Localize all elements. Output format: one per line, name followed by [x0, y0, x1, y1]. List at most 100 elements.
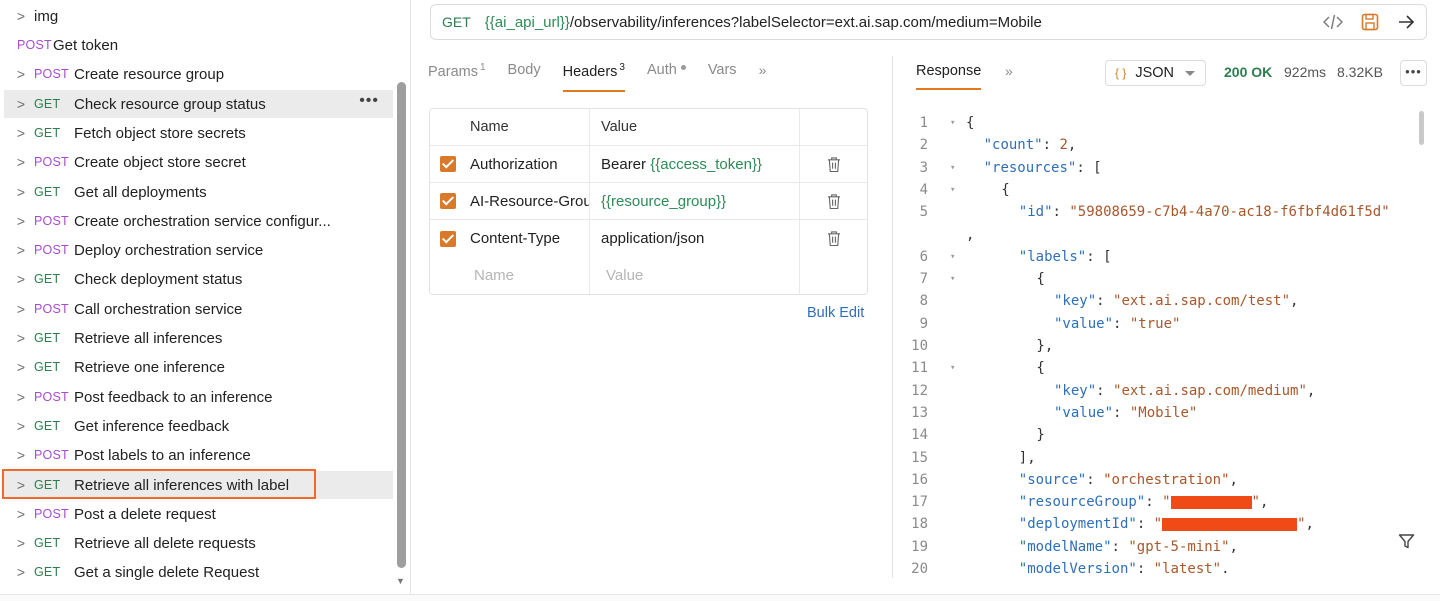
pane-divider[interactable] [892, 56, 893, 578]
line-number: 2 [919, 137, 928, 153]
fold-toggle-icon[interactable]: ▾ [950, 185, 955, 195]
send-arrow-icon[interactable] [1397, 13, 1415, 36]
chevron-right-icon[interactable]: > [4, 8, 34, 24]
code-line: , [966, 227, 974, 243]
tab-vars-label: Vars [707, 62, 737, 78]
save-icon[interactable] [1361, 13, 1379, 36]
sidebar-request-item[interactable]: > GET Get all deployments [4, 178, 393, 206]
chevron-right-icon[interactable]: > [4, 213, 34, 229]
line-number: 11 [911, 360, 928, 376]
code-line: "labels": [ [1019, 249, 1112, 265]
sidebar-request-item[interactable]: > POST Create orchestration service config… [4, 207, 393, 235]
chevron-right-icon[interactable]: > [4, 242, 34, 258]
chevron-right-icon[interactable]: > [4, 184, 34, 200]
bulk-edit-link[interactable]: Bulk Edit [807, 305, 864, 321]
chevron-right-icon[interactable]: > [4, 66, 34, 82]
redaction-bar [1162, 517, 1298, 531]
sidebar-request-item[interactable]: > GET Check deployment status [4, 265, 393, 293]
header-enabled-checkbox[interactable] [440, 156, 456, 172]
more-options-icon[interactable]: ••• [359, 92, 379, 110]
request-method[interactable]: GET [442, 14, 471, 30]
sidebar-request-item[interactable]: > POST Create object store secret [4, 148, 393, 176]
request-url-bar[interactable]: GET {{ai_api_url}}/observability/inferen… [430, 4, 1427, 40]
sidebar-request-item[interactable]: > POST Post a delete request [4, 500, 393, 528]
sidebar-request-item[interactable]: > GET Get a single delete Request [4, 558, 393, 586]
json-value: " [1162, 494, 1171, 510]
sidebar-request-item[interactable]: > GET Retrieve one inference [4, 353, 393, 381]
header-value-cell[interactable]: {{resource_group}} [590, 183, 800, 219]
chevron-right-icon[interactable]: > [4, 359, 34, 375]
sidebar-request-item[interactable]: > GET Retrieve all delete requests [4, 529, 393, 557]
json-key: "value" [1054, 405, 1114, 421]
fold-toggle-icon[interactable]: ▾ [950, 118, 955, 128]
code-snippet-icon[interactable] [1323, 13, 1343, 36]
tab-headers[interactable]: Headers 3 [562, 56, 625, 92]
sidebar-request-item[interactable]: > POST Post labels to an inference [4, 441, 393, 469]
response-more-button[interactable]: ••• [1400, 60, 1427, 86]
chevron-right-icon[interactable]: > [4, 564, 34, 580]
tab-headers-label: Headers [562, 63, 618, 80]
sidebar-request-item[interactable]: > POST Create resource group [4, 60, 393, 88]
sidebar-request-item[interactable]: > GET Get inference feedback [4, 412, 393, 440]
sidebar-request-item[interactable]: POST Get token [4, 31, 393, 59]
chevron-right-icon[interactable]: > [4, 125, 34, 141]
chevron-right-icon[interactable]: > [4, 477, 34, 493]
chevron-right-icon[interactable]: > [4, 447, 34, 463]
chevron-right-icon[interactable]: > [4, 301, 34, 317]
chevron-right-icon[interactable]: > [4, 271, 34, 287]
fold-toggle-icon[interactable]: ▾ [950, 163, 955, 173]
delete-header-button[interactable] [800, 183, 867, 219]
sidebar-request-item[interactable]: > GET Check resource group status ••• [4, 90, 393, 118]
response-time: 922ms [1284, 64, 1327, 80]
tab-params[interactable]: Params 1 [428, 56, 486, 92]
sidebar-request-item[interactable]: > GET Retrieve all inferences with label [4, 471, 393, 499]
tab-body[interactable]: Body [508, 56, 541, 92]
chevron-right-icon[interactable]: > [4, 154, 34, 170]
header-enabled-checkbox[interactable] [440, 230, 456, 247]
header-value-cell[interactable]: application/json [590, 220, 800, 257]
chevron-right-icon[interactable]: > [4, 418, 34, 434]
chevron-right-icon[interactable]: > [4, 330, 34, 346]
new-header-value-input[interactable]: Value [590, 257, 800, 294]
chevron-right-icon[interactable]: > [4, 506, 34, 522]
header-key-cell[interactable]: Authorization [430, 146, 590, 182]
response-body-viewer[interactable]: 1 ▾{2 "count": 2, 3 ▾ "resources": [4 ▾{5 "id":… [898, 115, 1413, 581]
header-key-cell[interactable]: Content-Type [430, 220, 590, 257]
header-value: {{resource_group}} [601, 193, 726, 210]
tab-vars[interactable]: Vars [708, 56, 737, 92]
new-header-name-input[interactable]: Name [430, 257, 590, 294]
more-tabs-chevron-icon[interactable]: » [759, 56, 767, 92]
sidebar-request-item[interactable]: > GET Retrieve all inferences [4, 324, 393, 352]
sidebar-request-item[interactable]: > POST Post feedback to an inference [4, 383, 393, 411]
fold-toggle-icon[interactable]: ▾ [950, 252, 955, 262]
header-key-cell[interactable]: AI-Resource-Group [430, 183, 590, 219]
tab-auth[interactable]: Auth [647, 56, 686, 92]
json-value: " [1153, 516, 1163, 532]
sidebar-request-item[interactable]: > GET Fetch object store secrets [4, 119, 393, 147]
fold-toggle-icon[interactable]: ▾ [950, 363, 955, 373]
sidebar-folder-img[interactable]: > img [4, 2, 393, 30]
delete-header-button[interactable] [800, 220, 867, 257]
response-more-tabs-chevron-icon[interactable]: » [1005, 63, 1013, 79]
chevron-right-icon[interactable]: > [4, 389, 34, 405]
chevron-right-icon[interactable]: > [4, 535, 34, 551]
delete-header-button[interactable] [800, 146, 867, 182]
request-name: Get token [53, 36, 119, 54]
line-number: 10 [911, 338, 928, 354]
header-enabled-checkbox[interactable] [440, 193, 456, 209]
scroll-down-arrow-icon[interactable]: ▼ [396, 576, 405, 586]
sidebar-scrollbar[interactable] [397, 82, 406, 568]
json-value: "orchestration" [1103, 472, 1230, 488]
request-url-input[interactable]: {{ai_api_url}}/observability/inferences?… [485, 14, 1042, 31]
sidebar-request-item[interactable]: > POST Deploy orchestration service [4, 236, 393, 264]
response-scrollbar[interactable] [1419, 111, 1424, 145]
sidebar-request-item[interactable]: > POST Call orchestration service [4, 295, 393, 323]
fold-toggle-icon[interactable]: ▾ [950, 274, 955, 284]
response-format-select[interactable]: { } JSON [1105, 60, 1206, 86]
header-value-cell[interactable]: Bearer {{access_token}} [590, 146, 800, 182]
tab-response[interactable]: Response [916, 63, 982, 90]
line-number: 18 [911, 516, 928, 532]
code-line: "count": 2, [984, 137, 1077, 153]
chevron-right-icon[interactable]: > [4, 96, 34, 112]
filter-icon[interactable] [1398, 533, 1415, 554]
